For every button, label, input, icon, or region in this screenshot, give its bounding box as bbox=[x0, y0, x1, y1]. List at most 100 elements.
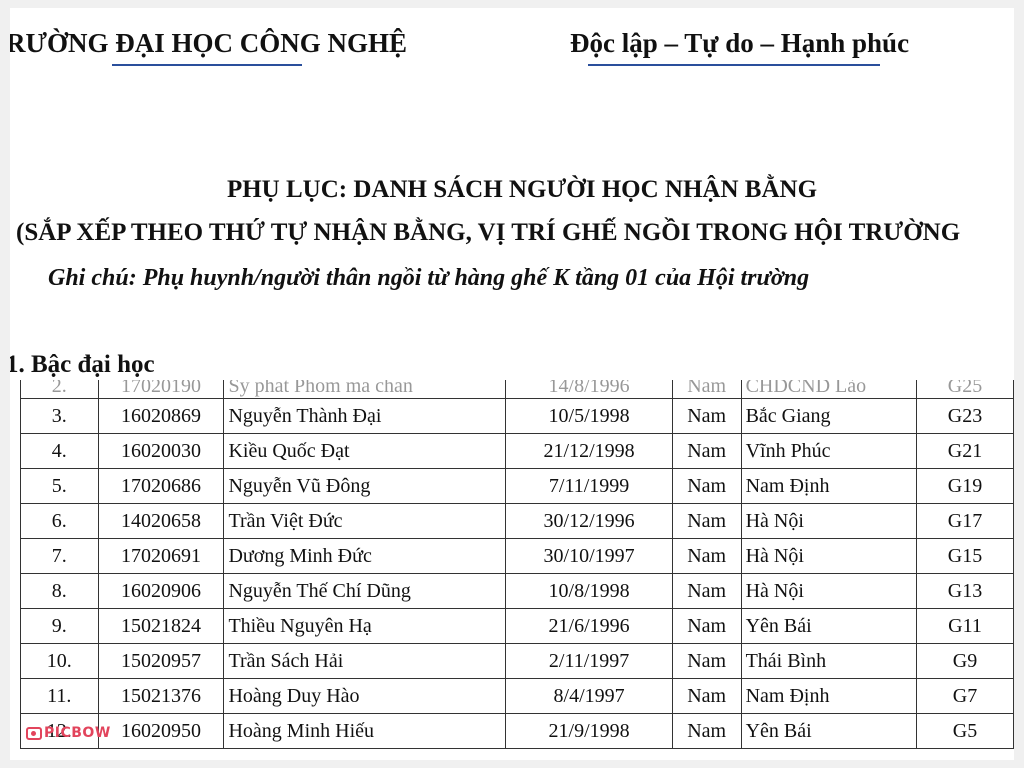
university-name: RƯỜNG ĐẠI HỌC CÔNG NGHỆ bbox=[10, 28, 408, 58]
cell-sex: Nam bbox=[671, 503, 742, 539]
cell-dob: 2/11/1997 bbox=[505, 643, 673, 679]
cell-sex: Nam bbox=[671, 678, 742, 714]
cell-name: Trần Sách Hải bbox=[223, 643, 507, 679]
cell-stt: 5. bbox=[20, 468, 99, 504]
cell-dob: 21/9/1998 bbox=[505, 713, 673, 749]
cell-student-id: 17020190 bbox=[97, 380, 225, 399]
cell-seat: G5 bbox=[915, 713, 1014, 749]
cell-seat: G9 bbox=[915, 643, 1014, 679]
cell-stt: 4. bbox=[20, 433, 99, 469]
cell-dob: 21/12/1998 bbox=[505, 433, 673, 469]
cell-stt: 8. bbox=[20, 573, 99, 609]
cell-name: Nguyễn Thành Đại bbox=[223, 398, 507, 434]
cell-student-id: 15021824 bbox=[97, 608, 225, 644]
cell-student-id: 15021376 bbox=[97, 678, 225, 714]
cell-dob: 14/8/1996 bbox=[505, 380, 673, 399]
cell-sex: Nam bbox=[671, 608, 742, 644]
cell-dob: 7/11/1999 bbox=[505, 468, 673, 504]
cell-birthplace: Hà Nội bbox=[740, 538, 917, 574]
cell-student-id: 14020658 bbox=[97, 503, 225, 539]
cell-stt: 6. bbox=[20, 503, 99, 539]
section-heading: 1. Bậc đại học bbox=[10, 351, 155, 378]
table-row-cut: 2. 17020190 Sy phat Phom ma chan 14/8/19… bbox=[20, 380, 1014, 399]
cell-name: Hoàng Duy Hào bbox=[223, 678, 507, 714]
seating-note: Ghi chú: Phụ huynh/người thân ngồi từ hà… bbox=[48, 265, 810, 291]
table-row: 8. 16020906 Nguyễn Thế Chí Dũng 10/8/1998 Na… bbox=[20, 573, 1014, 609]
cell-student-id: 16020030 bbox=[97, 433, 225, 469]
cell-dob: 30/12/1996 bbox=[505, 503, 673, 539]
cell-name: Trần Việt Đức bbox=[223, 503, 507, 539]
cell-name: Thiều Nguyên Hạ bbox=[223, 608, 507, 644]
picbow-watermark: PICBOW bbox=[26, 725, 111, 741]
camera-icon bbox=[26, 726, 42, 740]
cell-sex: Nam bbox=[671, 433, 742, 469]
cell-sex: Nam bbox=[671, 538, 742, 574]
appendix-subtitle: (SẮP XẾP THEO THỨ TỰ NHẬN BẰNG, VỊ TRÍ G… bbox=[16, 219, 961, 246]
cell-sex: Nam bbox=[671, 380, 742, 399]
cell-seat: G19 bbox=[915, 468, 1014, 504]
table-row: 3. 16020869 Nguyễn Thành Đại 10/5/1998 Nam Bắ… bbox=[20, 398, 1014, 434]
cell-birthplace: Hà Nội bbox=[740, 503, 917, 539]
table-row: 4. 16020030 Kiều Quốc Đạt 21/12/1998 Nam Vĩnh… bbox=[20, 433, 1014, 469]
cell-birthplace: Bắc Giang bbox=[740, 398, 917, 434]
cell-dob: 8/4/1997 bbox=[505, 678, 673, 714]
cell-stt: 3. bbox=[20, 398, 99, 434]
cell-birthplace: Nam Định bbox=[740, 468, 917, 504]
cell-name: Dương Minh Đức bbox=[223, 538, 507, 574]
cell-stt: 7. bbox=[20, 538, 99, 574]
cell-birthplace: CHDCND Lào bbox=[740, 380, 917, 399]
graduate-table-sheet: 2. 17020190 Sy phat Phom ma chan 14/8/19… bbox=[10, 380, 1014, 760]
cell-student-id: 16020950 bbox=[97, 713, 225, 749]
cell-student-id: 17020686 bbox=[97, 468, 225, 504]
watermark-text: PICBOW bbox=[44, 725, 111, 741]
cell-name: Sy phat Phom ma chan bbox=[223, 380, 507, 399]
cell-sex: Nam bbox=[671, 398, 742, 434]
cell-sex: Nam bbox=[671, 468, 742, 504]
cell-student-id: 15020957 bbox=[97, 643, 225, 679]
cell-birthplace: Vĩnh Phúc bbox=[740, 433, 917, 469]
table-row: 6. 14020658 Trần Việt Đức 30/12/1996 Nam Hà N… bbox=[20, 503, 1014, 539]
cell-birthplace: Nam Định bbox=[740, 678, 917, 714]
cell-seat: G7 bbox=[915, 678, 1014, 714]
table-row: 5. 17020686 Nguyễn Vũ Đông 7/11/1999 Nam Nam … bbox=[20, 468, 1014, 504]
cell-seat: G15 bbox=[915, 538, 1014, 574]
cell-seat: G23 bbox=[915, 398, 1014, 434]
cell-stt: 10. bbox=[20, 643, 99, 679]
cell-student-id: 17020691 bbox=[97, 538, 225, 574]
cell-seat: G21 bbox=[915, 433, 1014, 469]
cell-seat: G13 bbox=[915, 573, 1014, 609]
table-row: 9. 15021824 Thiều Nguyên Hạ 21/6/1996 Nam Yên… bbox=[20, 608, 1014, 644]
cell-name: Nguyễn Vũ Đông bbox=[223, 468, 507, 504]
university-underline bbox=[112, 64, 302, 66]
appendix-title: PHỤ LỤC: DANH SÁCH NGƯỜI HỌC NHẬN BẰNG bbox=[226, 176, 818, 203]
cell-dob: 21/6/1996 bbox=[505, 608, 673, 644]
cell-name: Hoàng Minh Hiếu bbox=[223, 713, 507, 749]
cell-name: Nguyễn Thế Chí Dũng bbox=[223, 573, 507, 609]
cell-sex: Nam bbox=[671, 713, 742, 749]
cell-seat: G25 bbox=[915, 380, 1014, 399]
cell-seat: G17 bbox=[915, 503, 1014, 539]
cell-birthplace: Hà Nội bbox=[740, 573, 917, 609]
graduate-table: 2. 17020190 Sy phat Phom ma chan 14/8/19… bbox=[20, 380, 1014, 749]
cell-dob: 10/5/1998 bbox=[505, 398, 673, 434]
cell-seat: G11 bbox=[915, 608, 1014, 644]
cell-stt: 2. bbox=[20, 380, 99, 399]
table-row: 11. 15021376 Hoàng Duy Hào 8/4/1997 Nam Nam Đ… bbox=[20, 678, 1014, 714]
cell-student-id: 16020906 bbox=[97, 573, 225, 609]
cell-name: Kiều Quốc Đạt bbox=[223, 433, 507, 469]
cell-sex: Nam bbox=[671, 573, 742, 609]
cell-dob: 10/8/1998 bbox=[505, 573, 673, 609]
cell-student-id: 16020869 bbox=[97, 398, 225, 434]
cell-sex: Nam bbox=[671, 643, 742, 679]
cell-birthplace: Yên Bái bbox=[740, 713, 917, 749]
table-row: 10. 15020957 Trần Sách Hải 2/11/1997 Nam Thái… bbox=[20, 643, 1014, 679]
motto-underline bbox=[588, 64, 880, 66]
national-motto: Độc lập – Tự do – Hạnh phúc bbox=[570, 28, 910, 58]
cell-dob: 30/10/1997 bbox=[505, 538, 673, 574]
cell-birthplace: Thái Bình bbox=[740, 643, 917, 679]
table-row: 12. 16020950 Hoàng Minh Hiếu 21/9/1998 Nam Yê… bbox=[20, 713, 1014, 749]
table-row: 7. 17020691 Dương Minh Đức 30/10/1997 Nam Hà … bbox=[20, 538, 1014, 574]
cell-stt: 11. bbox=[20, 678, 99, 714]
cell-stt: 9. bbox=[20, 608, 99, 644]
document-header-sheet: RƯỜNG ĐẠI HỌC CÔNG NGHỆ Độc lập – Tự do … bbox=[10, 8, 1014, 380]
